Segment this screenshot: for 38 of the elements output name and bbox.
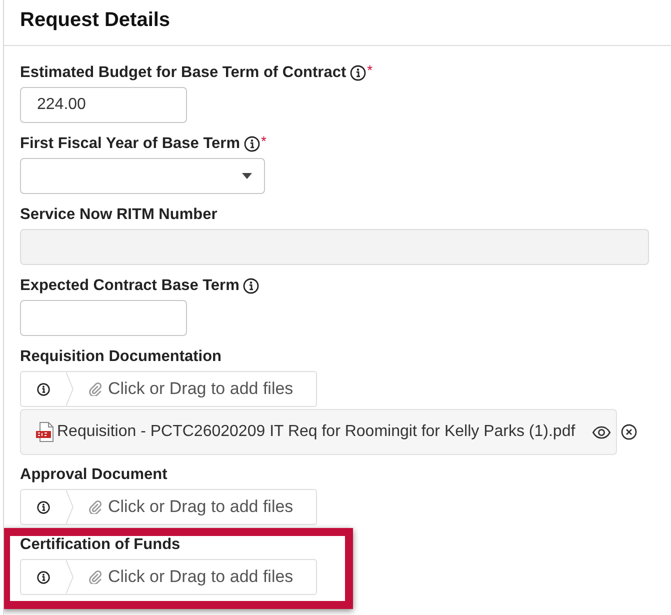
paperclip-icon <box>88 570 102 584</box>
close-circle-icon <box>621 424 638 440</box>
field-label: First Fiscal Year of Base Term <box>20 134 240 154</box>
chevron-divider <box>66 560 74 594</box>
info-button[interactable] <box>20 559 66 595</box>
file-name[interactable]: Requisition - PCTC26020209 IT Req for Roomingit for Kelly Parks (1).pdf <box>57 423 576 441</box>
file-drop-zone[interactable]: Click or Drag to add files <box>66 559 317 595</box>
info-icon <box>37 382 50 396</box>
required-mark: * <box>367 63 373 77</box>
info-icon[interactable] <box>244 136 260 152</box>
file-drop-zone[interactable]: Click or Drag to add files <box>66 371 317 407</box>
remove-file-button[interactable] <box>621 424 638 440</box>
field-label: Estimated Budget for Base Term of Contract <box>20 63 346 83</box>
info-icon <box>37 570 50 584</box>
info-button[interactable] <box>20 489 66 525</box>
select-field[interactable] <box>20 158 265 194</box>
file-drop-zone[interactable]: Click or Drag to add files <box>66 489 317 525</box>
number-field[interactable]: 224.00 <box>20 87 187 123</box>
field-label: Requisition Documentation <box>20 347 222 367</box>
number-field[interactable] <box>20 300 187 336</box>
caret-icon <box>242 173 252 179</box>
info-icon[interactable] <box>243 278 260 294</box>
field-label: Approval Document <box>20 465 168 485</box>
pdf-file-icon <box>36 422 54 442</box>
field-label: Service Now RITM Number <box>20 205 218 225</box>
section-title: Request Details <box>20 9 170 31</box>
info-icon[interactable] <box>350 65 366 81</box>
chevron-divider <box>66 490 74 524</box>
field-label: Expected Contract Base Term <box>20 276 240 296</box>
required-mark: * <box>260 134 266 148</box>
paperclip-icon <box>88 500 102 514</box>
field-label: Certification of Funds <box>20 535 180 555</box>
chevron-divider <box>66 372 74 406</box>
preview-button[interactable] <box>592 426 612 438</box>
info-icon <box>37 500 50 514</box>
info-button[interactable] <box>20 371 66 407</box>
paperclip-icon <box>88 382 102 396</box>
eye-icon <box>592 426 612 438</box>
